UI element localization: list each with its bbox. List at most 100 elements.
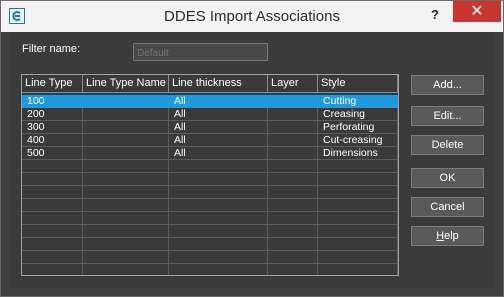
cell-layer xyxy=(268,121,318,134)
filter-name-label: Filter name: xyxy=(22,43,81,55)
table-row[interactable]: 400 All Cut-creasing xyxy=(22,134,398,147)
cell-style: Cutting xyxy=(318,95,398,108)
empty-cell xyxy=(318,199,398,212)
cancel-button[interactable]: Cancel xyxy=(411,197,484,217)
empty-cell xyxy=(22,251,83,264)
table-row[interactable]: 100 All Cutting xyxy=(22,95,398,108)
empty-cell xyxy=(83,186,169,199)
empty-cell xyxy=(83,251,169,264)
empty-cell xyxy=(318,225,398,238)
empty-cell xyxy=(22,173,83,186)
cell-layer xyxy=(268,134,318,147)
column-header-line-thickness[interactable]: Line thickness xyxy=(169,75,268,93)
empty-cell xyxy=(169,212,268,225)
empty-cell xyxy=(169,199,268,212)
cell-line-thickness: All xyxy=(169,134,268,147)
empty-table-row xyxy=(22,212,398,225)
empty-cell xyxy=(268,173,318,186)
empty-table-row xyxy=(22,173,398,186)
empty-cell xyxy=(83,264,169,275)
empty-cell xyxy=(169,186,268,199)
empty-cell xyxy=(83,225,169,238)
table-row[interactable]: 200 All Creasing xyxy=(22,108,398,121)
empty-cell xyxy=(169,251,268,264)
empty-cell xyxy=(83,160,169,173)
empty-cell xyxy=(268,186,318,199)
dialog-window: DDES Import Associations ? ✕ Filter name… xyxy=(0,0,504,297)
empty-cell xyxy=(22,264,83,275)
table-row[interactable]: 500 All Dimensions xyxy=(22,147,398,160)
empty-table-row xyxy=(22,251,398,264)
table-row[interactable]: 300 All Perforating xyxy=(22,121,398,134)
empty-table-row xyxy=(22,199,398,212)
title-bar: DDES Import Associations ? ✕ xyxy=(1,1,503,32)
cell-style: Creasing xyxy=(318,108,398,121)
empty-cell xyxy=(318,212,398,225)
cell-line-type: 200 xyxy=(22,108,83,121)
empty-cell xyxy=(169,225,268,238)
dialog-client-area: Filter name: Line Type Line Type Name Li… xyxy=(9,32,495,288)
empty-cell xyxy=(22,199,83,212)
cell-style: Perforating xyxy=(318,121,398,134)
column-header-line-type[interactable]: Line Type xyxy=(22,75,83,93)
cell-line-type-name xyxy=(83,134,169,147)
cell-line-type-name xyxy=(83,121,169,134)
empty-cell xyxy=(318,238,398,251)
cell-line-type: 100 xyxy=(22,95,83,108)
empty-cell xyxy=(268,160,318,173)
empty-cell xyxy=(22,186,83,199)
associations-table[interactable]: Line Type Line Type Name Line thickness … xyxy=(21,74,399,276)
empty-cell xyxy=(318,186,398,199)
table-header: Line Type Line Type Name Line thickness … xyxy=(22,75,398,93)
edit-button[interactable]: Edit... xyxy=(411,106,484,126)
empty-cell xyxy=(169,238,268,251)
empty-cell xyxy=(22,212,83,225)
help-question-icon[interactable]: ? xyxy=(421,4,449,26)
empty-cell xyxy=(318,160,398,173)
empty-cell xyxy=(318,264,398,275)
empty-cell xyxy=(169,160,268,173)
cell-line-thickness: All xyxy=(169,147,268,160)
empty-cell xyxy=(83,199,169,212)
cell-line-thickness: All xyxy=(169,95,268,108)
empty-cell xyxy=(22,225,83,238)
empty-table-row xyxy=(22,160,398,173)
help-button[interactable]: Help xyxy=(411,226,484,246)
cell-line-thickness: All xyxy=(169,121,268,134)
cell-style: Dimensions xyxy=(318,147,398,160)
empty-cell xyxy=(268,199,318,212)
empty-cell xyxy=(268,264,318,275)
cell-line-type: 500 xyxy=(22,147,83,160)
delete-button[interactable]: Delete xyxy=(411,135,484,155)
cell-layer xyxy=(268,108,318,121)
column-header-layer[interactable]: Layer xyxy=(268,75,318,93)
empty-cell xyxy=(22,238,83,251)
cell-line-type-name xyxy=(83,147,169,160)
empty-cell xyxy=(83,173,169,186)
empty-cell xyxy=(22,160,83,173)
column-header-line-type-name[interactable]: Line Type Name xyxy=(83,75,169,93)
empty-cell xyxy=(169,173,268,186)
empty-table-row xyxy=(22,225,398,238)
empty-table-row xyxy=(22,238,398,251)
empty-cell xyxy=(83,212,169,225)
empty-cell xyxy=(268,238,318,251)
empty-table-row xyxy=(22,264,398,275)
cell-layer xyxy=(268,147,318,160)
add-button[interactable]: Add... xyxy=(411,75,484,95)
cell-line-type: 300 xyxy=(22,121,83,134)
empty-cell xyxy=(169,264,268,275)
empty-cell xyxy=(268,225,318,238)
empty-cell xyxy=(318,251,398,264)
empty-cell xyxy=(268,251,318,264)
cell-line-thickness: All xyxy=(169,108,268,121)
close-button[interactable]: ✕ xyxy=(453,1,501,22)
cell-style: Cut-creasing xyxy=(318,134,398,147)
empty-cell xyxy=(83,238,169,251)
cell-layer xyxy=(268,95,318,108)
cell-line-type-name xyxy=(83,108,169,121)
ok-button[interactable]: OK xyxy=(411,168,484,188)
column-header-style[interactable]: Style xyxy=(318,75,398,93)
empty-cell xyxy=(268,212,318,225)
filter-name-input[interactable] xyxy=(133,43,268,61)
